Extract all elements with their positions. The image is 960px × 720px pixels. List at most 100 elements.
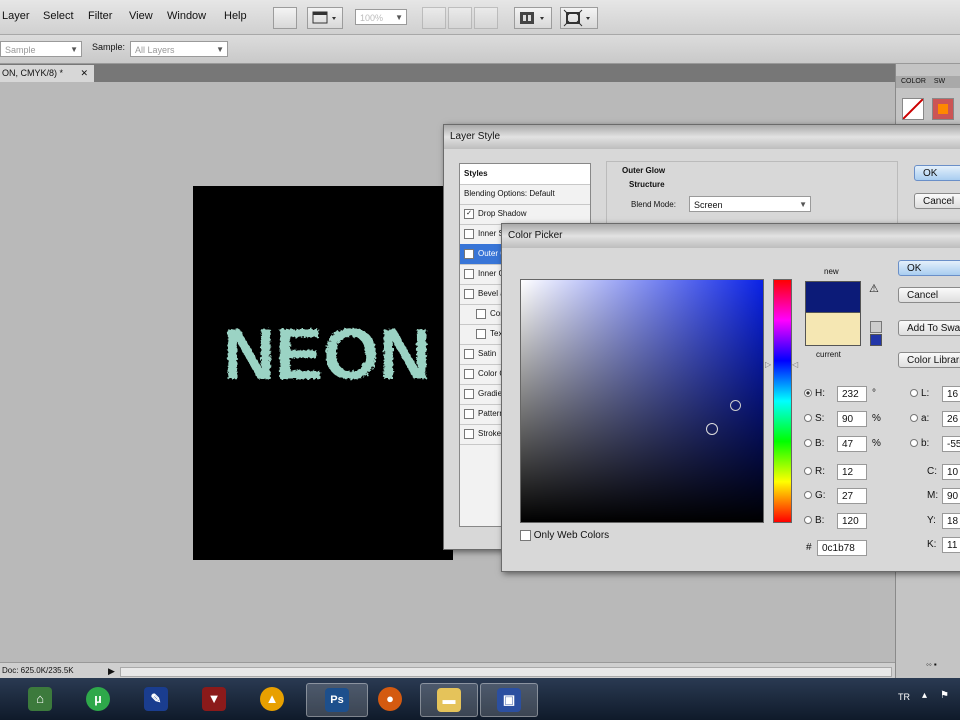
radio-g[interactable] xyxy=(804,491,812,500)
field-input-g[interactable]: 27 xyxy=(837,488,867,504)
radio-bb[interactable] xyxy=(804,516,812,525)
hue-slider-left-arrow[interactable]: ▷ xyxy=(765,360,771,369)
field-input-r[interactable]: 12 xyxy=(837,464,867,480)
hand-icon[interactable] xyxy=(422,7,446,29)
field-label-s[interactable]: S: xyxy=(804,411,824,427)
only-web-colors-box[interactable] xyxy=(520,530,531,541)
tab-swatches[interactable]: SW xyxy=(934,78,945,85)
color-field-cursor[interactable] xyxy=(706,423,718,435)
style-item[interactable]: Blending Options: Default xyxy=(460,184,590,205)
field-label-r[interactable]: R: xyxy=(804,464,825,480)
taskbar-pen-tablet[interactable]: ✎ xyxy=(134,683,178,715)
style-item[interactable]: Styles xyxy=(460,164,590,185)
current-color-swatch[interactable] xyxy=(805,312,861,346)
show-hidden-icons-icon[interactable]: ▴ xyxy=(922,690,927,701)
bridge-button[interactable] xyxy=(273,7,297,29)
field-input-h[interactable]: 232 xyxy=(837,386,867,402)
menu-layer[interactable]: Layer xyxy=(2,10,30,22)
field-label-g[interactable]: G: xyxy=(804,488,826,504)
taskbar-bridge[interactable]: ▣ xyxy=(480,683,538,717)
field-input-m[interactable]: 90 xyxy=(942,488,960,504)
style-item[interactable]: ✓ Drop Shadow xyxy=(460,204,588,225)
style-checkbox[interactable]: ✓ xyxy=(464,248,474,259)
taskbar-photoshop[interactable]: Ps xyxy=(306,683,368,717)
field-label-h[interactable]: H: xyxy=(804,386,825,402)
taskbar-folder[interactable]: ▬ xyxy=(420,683,478,717)
layer-style-ok-button[interactable]: OK xyxy=(914,165,960,181)
add-to-swatches-button[interactable]: Add To Swatches xyxy=(898,320,960,336)
screen-mode-icon[interactable] xyxy=(560,7,598,29)
stop-color-icon[interactable] xyxy=(932,98,954,120)
field-input-l[interactable]: 16 xyxy=(942,386,960,402)
field-label-bb[interactable]: B: xyxy=(804,513,824,529)
taskbar-app-orange[interactable]: ▲ xyxy=(250,683,294,715)
field-input-a[interactable]: 26 xyxy=(942,411,960,427)
close-tab-icon[interactable]: ✕ xyxy=(80,65,88,82)
radio-a[interactable] xyxy=(910,414,918,423)
blend-mode-select[interactable]: Screen ▼ xyxy=(689,196,811,212)
field-input-bb[interactable]: 120 xyxy=(837,513,867,529)
field-input-s[interactable]: 90 xyxy=(837,411,867,427)
menu-select[interactable]: Select xyxy=(43,10,74,22)
view-extras-icon[interactable] xyxy=(307,7,343,29)
style-checkbox[interactable] xyxy=(476,308,486,319)
no-color-icon[interactable] xyxy=(902,98,924,120)
flag-icon[interactable]: ⚑ xyxy=(940,690,949,701)
color-picker-cancel-button[interactable]: Cancel xyxy=(898,287,960,303)
menu-help[interactable]: Help xyxy=(224,10,247,22)
color-field[interactable] xyxy=(520,279,764,523)
field-input-c[interactable]: 10 xyxy=(942,464,960,480)
style-checkbox[interactable] xyxy=(464,388,474,399)
radio-s[interactable] xyxy=(804,414,812,423)
taskbar-utorrent[interactable]: µ xyxy=(76,683,120,715)
status-menu-arrow-icon[interactable]: ▶ xyxy=(108,663,115,679)
style-checkbox[interactable] xyxy=(464,408,474,419)
field-input-b[interactable]: 47 xyxy=(837,436,867,452)
radio-b[interactable] xyxy=(804,439,812,448)
field-label-a[interactable]: a: xyxy=(910,411,929,427)
panel-footer-icon[interactable]: ◦◦ ▪ xyxy=(926,660,937,669)
field-input-k[interactable]: 11 xyxy=(942,537,960,553)
radio-b[interactable] xyxy=(910,439,918,448)
horizontal-scrollbar[interactable] xyxy=(120,667,892,677)
hue-slider[interactable] xyxy=(773,279,792,523)
field-input-y[interactable]: 18 xyxy=(942,513,960,529)
sample-size-select[interactable]: Sample ▼ xyxy=(0,41,82,57)
style-checkbox[interactable] xyxy=(476,328,486,339)
field-label-b[interactable]: B: xyxy=(804,436,824,452)
style-checkbox[interactable] xyxy=(464,348,474,359)
language-indicator[interactable]: TR xyxy=(898,692,910,702)
web-safe-cube-icon[interactable] xyxy=(870,321,882,333)
taskbar-antivirus[interactable]: ▼ xyxy=(192,683,236,715)
hue-slider-right-arrow[interactable]: ◁ xyxy=(792,360,798,369)
field-label-l[interactable]: L: xyxy=(910,386,929,402)
menu-view[interactable]: View xyxy=(129,10,153,22)
field-label-b[interactable]: b: xyxy=(910,436,929,452)
rotate-icon[interactable] xyxy=(474,7,498,29)
style-checkbox[interactable] xyxy=(464,228,474,239)
layer-style-cancel-button[interactable]: Cancel xyxy=(914,193,960,209)
document-tab[interactable]: ON, CMYK/8) * ✕ xyxy=(0,65,94,82)
taskbar-firefox[interactable]: ● xyxy=(368,683,412,715)
zoom-icon[interactable] xyxy=(448,7,472,29)
document-canvas[interactable]: NEON xyxy=(193,186,453,560)
gamut-warning-icon[interactable]: ⚠ xyxy=(869,282,879,295)
style-checkbox[interactable] xyxy=(464,288,474,299)
taskbar-explorer[interactable]: ⌂ xyxy=(18,683,62,715)
tab-color[interactable]: COLOR xyxy=(901,78,926,85)
color-picker-ok-button[interactable]: OK xyxy=(898,260,960,276)
radio-l[interactable] xyxy=(910,389,918,398)
menu-filter[interactable]: Filter xyxy=(88,10,112,22)
zoom-select[interactable]: 100% ▼ xyxy=(355,9,407,25)
color-libraries-button[interactable]: Color Libraries xyxy=(898,352,960,368)
style-checkbox[interactable] xyxy=(464,428,474,439)
sample-select[interactable]: All Layers ▼ xyxy=(130,41,228,57)
hex-input[interactable]: 0c1b78 xyxy=(817,540,867,556)
field-input-b[interactable]: -55 xyxy=(942,436,960,452)
radio-r[interactable] xyxy=(804,467,812,476)
web-safe-swatch[interactable] xyxy=(870,334,882,346)
arrange-documents-icon[interactable] xyxy=(514,7,552,29)
style-checkbox[interactable]: ✓ xyxy=(464,208,474,219)
only-web-colors-checkbox[interactable]: Only Web Colors xyxy=(520,530,609,541)
style-checkbox[interactable] xyxy=(464,268,474,279)
